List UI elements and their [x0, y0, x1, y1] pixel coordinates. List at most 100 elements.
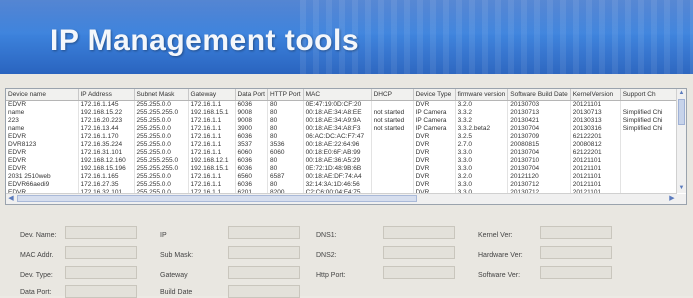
table-cell: 172.16.1.145: [78, 100, 135, 109]
table-cell: 80: [267, 109, 304, 117]
horizontal-scroll-thumb[interactable]: [17, 195, 417, 202]
table-row[interactable]: EDVR 192.168.15.196 255.255.255.0 192.168.1…: [6, 165, 677, 173]
dns1-field[interactable]: [383, 226, 455, 239]
table-cell: Simplified Chi: [620, 109, 677, 117]
left-arrow-icon[interactable]: ◀: [6, 194, 16, 204]
table-cell: 9008: [235, 109, 268, 117]
table-cell: 80: [267, 165, 304, 173]
http-port-field[interactable]: [383, 266, 455, 279]
dns1-label: DNS1:: [316, 232, 337, 239]
table-cell: not started: [371, 117, 414, 125]
table-cell: name: [6, 125, 79, 133]
dev-type-label: Dev. Type:: [20, 272, 53, 279]
table-cell: [620, 181, 677, 189]
table-cell: 3.3.0: [455, 149, 509, 157]
column-header[interactable]: HTTP Port: [267, 89, 304, 101]
hardware-ver-field[interactable]: [540, 246, 612, 259]
up-arrow-icon[interactable]: ▲: [677, 89, 686, 98]
table-row[interactable]: EDVR 172.16.1.145 255.255.0.0 172.16.1.1 603…: [6, 100, 677, 109]
table-cell: [620, 149, 677, 157]
dns2-label: DNS2:: [316, 252, 337, 259]
table-cell: 6587: [267, 173, 304, 181]
table-row[interactable]: name 192.168.15.22 255.255.255.0 192.168.15…: [6, 109, 677, 117]
table-cell: 20121101: [570, 181, 621, 189]
table-cell: [371, 100, 414, 109]
column-header[interactable]: Gateway: [188, 89, 236, 101]
table-cell: 20130704: [507, 165, 571, 173]
table-row[interactable]: DVR8123 172.16.35.224 255.255.0.0 172.16.1.…: [6, 141, 677, 149]
build-date-field[interactable]: [228, 285, 300, 298]
right-arrow-icon[interactable]: ▶: [667, 194, 677, 204]
table-cell: DVR: [413, 133, 456, 141]
column-header[interactable]: Subnet Mask: [134, 89, 189, 101]
table-cell: DVR: [413, 141, 456, 149]
column-header[interactable]: IP Address: [78, 89, 135, 101]
table-cell: 172.16.13.44: [78, 125, 135, 133]
table-cell: [371, 157, 414, 165]
data-port-field[interactable]: [65, 285, 137, 298]
table-cell: 6060: [235, 149, 268, 157]
table-cell: 00:18:E0:6F:AB:99: [303, 149, 372, 157]
table-cell: 20121120: [507, 173, 571, 181]
table-cell: not started: [371, 125, 414, 133]
hardware-ver-label: Hardware Ver:: [478, 252, 523, 259]
column-header[interactable]: Support Ch: [620, 89, 677, 101]
device-table[interactable]: Device name IP Address Subnet Mask Gatew…: [5, 88, 687, 205]
table-cell: 192.168.15.1: [188, 109, 236, 117]
vertical-scrollbar[interactable]: ▲ ▼: [676, 89, 686, 193]
table-cell: 20121101: [570, 165, 621, 173]
column-header[interactable]: Data Port: [235, 89, 268, 101]
horizontal-scrollbar[interactable]: ◀ ▶: [6, 193, 677, 204]
mac-addr-field[interactable]: [65, 246, 137, 259]
table-cell: 80: [267, 117, 304, 125]
column-header[interactable]: Software Build Date: [507, 89, 571, 101]
column-header[interactable]: DHCP: [371, 89, 414, 101]
app-title: IP Management tools: [50, 24, 360, 57]
table-cell: 20080812: [570, 141, 621, 149]
table-row[interactable]: EDVR66aedi9 172.16.27.35 255.255.0.0 172.16…: [6, 181, 677, 189]
table-row[interactable]: name 172.16.13.44 255.255.0.0 172.16.1.1 390…: [6, 125, 677, 133]
table-cell: 32:14:3A:1D:46:56: [303, 181, 372, 189]
table-cell: 00:18:AE:34:A8:F3: [303, 125, 372, 133]
data-port-label: Data Port:: [20, 289, 52, 296]
table-cell: 2031 2510web: [6, 173, 79, 181]
header-banner: IP Management tools: [0, 0, 693, 74]
table-row[interactable]: 2031 2510web 172.16.1.165 255.255.0.0 172.1…: [6, 173, 677, 181]
down-arrow-icon[interactable]: ▼: [677, 184, 686, 193]
column-header[interactable]: firmware version: [455, 89, 509, 101]
kernel-ver-field[interactable]: [540, 226, 612, 239]
table-cell: 255.255.255.0: [134, 109, 189, 117]
software-ver-label: Software Ver:: [478, 272, 521, 279]
ip-field[interactable]: [228, 226, 300, 239]
table-cell: 3.2.0: [455, 173, 509, 181]
table-cell: 20121101: [570, 157, 621, 165]
table-cell: Simplified Chi: [620, 125, 677, 133]
dns2-field[interactable]: [383, 246, 455, 259]
column-header[interactable]: Device Type: [413, 89, 456, 101]
table-cell: DVR: [413, 181, 456, 189]
gateway-field[interactable]: [228, 266, 300, 279]
table-cell: 20130713: [570, 109, 621, 117]
vertical-scroll-thumb[interactable]: [678, 99, 685, 125]
column-header[interactable]: KernelVersion: [570, 89, 621, 101]
sub-mask-field[interactable]: [228, 246, 300, 259]
table-cell: [371, 165, 414, 173]
table-row[interactable]: EDVR 172.16.31.101 255.255.0.0 172.16.1.1 60…: [6, 149, 677, 157]
table-row[interactable]: 223 172.16.20.223 255.255.0.0 172.16.1.1 900…: [6, 117, 677, 125]
column-header[interactable]: Device name: [6, 89, 79, 101]
dev-type-field[interactable]: [65, 266, 137, 279]
table-cell: [371, 133, 414, 141]
table-cell: 06:AC:DC:AC:F7:47: [303, 133, 372, 141]
table-cell: 0E:72:1D:48:9B:6B: [303, 165, 372, 173]
table-row[interactable]: EDVR 192.168.12.160 255.255.255.0 192.168.1…: [6, 157, 677, 165]
table-cell: 0E:47:19:0D:CF:20: [303, 100, 372, 109]
column-header[interactable]: MAC: [303, 89, 372, 101]
table-cell: 192.168.15.22: [78, 109, 135, 117]
device-name-field[interactable]: [65, 226, 137, 239]
sub-mask-label: Sub Mask:: [160, 252, 194, 259]
table-cell: IP Camera: [413, 109, 456, 117]
software-ver-field[interactable]: [540, 266, 612, 279]
table-row[interactable]: EDVR 172.16.1.170 255.255.0.0 172.16.1.1 603…: [6, 133, 677, 141]
table-cell: 3.3.2: [455, 117, 509, 125]
table-cell: 6036: [235, 133, 268, 141]
